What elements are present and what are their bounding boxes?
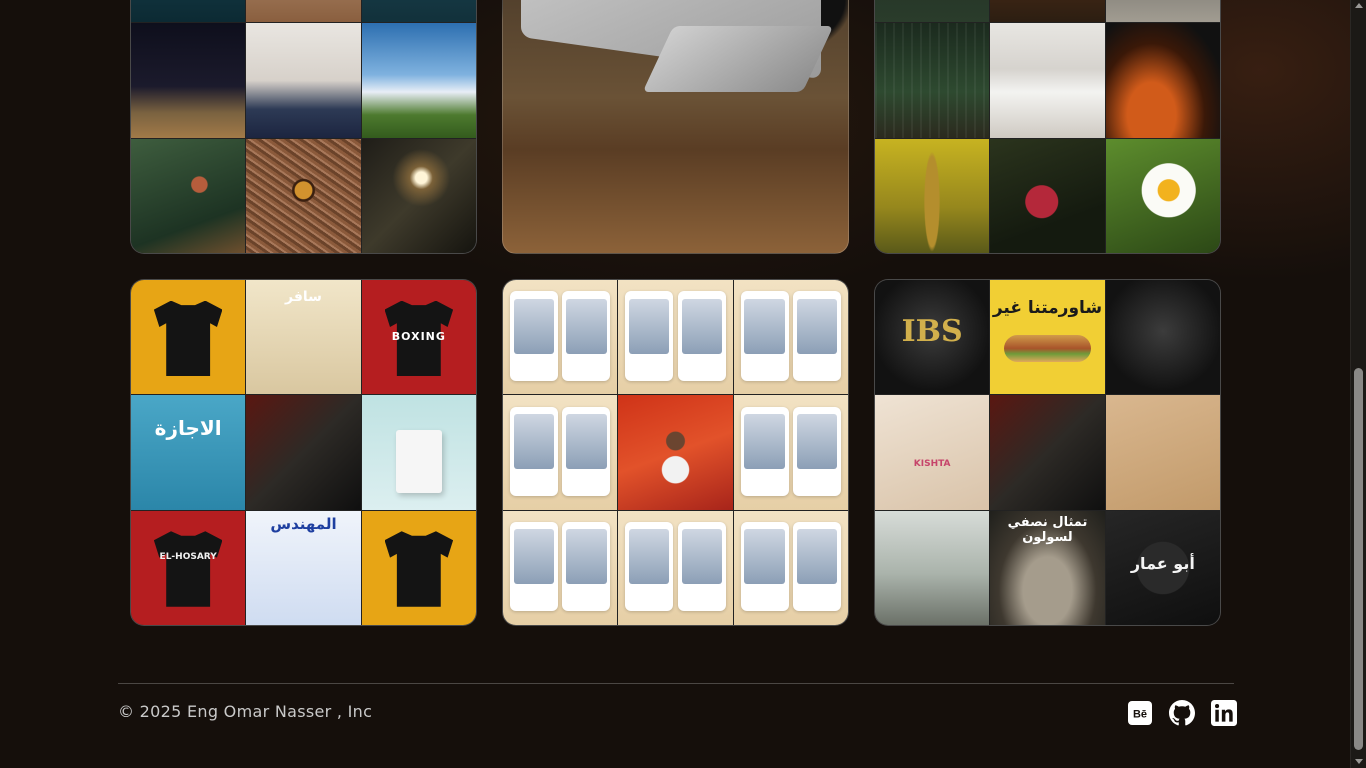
logo-text: أبو عمار [1130, 554, 1195, 574]
tshirt-academy: EL-HOSARY [131, 510, 246, 625]
scroll-down-arrow-icon[interactable] [1355, 759, 1363, 764]
portrait-poster [990, 395, 1105, 510]
scrollbar-thumb[interactable] [1354, 368, 1363, 750]
before-after-card [618, 280, 733, 395]
logo-ibs: IBS [875, 280, 990, 395]
project-card-design-2[interactable]: IBS شاورمتنا غير KISHTA تمثال نصفي لسولو… [874, 279, 1221, 626]
photo-mirror-selfie [990, 23, 1105, 138]
project-card-before-after[interactable] [502, 279, 849, 626]
before-after-card [733, 395, 848, 510]
photo-tile [361, 0, 476, 23]
portrait-flowers [618, 395, 733, 510]
linkedin-link[interactable] [1211, 700, 1237, 726]
project-card-photography-1[interactable] [130, 0, 477, 254]
travel-poster: سافر [246, 280, 361, 395]
photo-tile [246, 0, 361, 23]
photo-grass-stem [875, 138, 990, 253]
tshirt-boxing: BOXING [361, 280, 476, 395]
photo-mosque [131, 23, 246, 138]
photo-tile [990, 0, 1105, 23]
project-card-cat-laptop[interactable] [502, 0, 849, 254]
portfolio-gallery: سافر BOXING الاجازة EL-HOSARY المهندس IB… [0, 0, 1350, 768]
shopping-bag [395, 429, 442, 493]
tshirt-design [361, 510, 476, 625]
tag-text: KISHTA [913, 459, 951, 470]
footer-divider [118, 683, 1234, 684]
behance-link[interactable]: Bē [1127, 700, 1153, 726]
photo-sunset [1105, 23, 1220, 138]
before-after-card [733, 510, 848, 625]
before-after-card [618, 510, 733, 625]
photo-lamp [361, 138, 476, 253]
tshirt-text: BOXING [391, 330, 446, 344]
restaurant-logo: أبو عمار [1105, 510, 1220, 625]
photo-rain-window [875, 23, 990, 138]
photo-branch [131, 138, 246, 253]
poster-title: المهندس [270, 515, 337, 534]
ad-title: شاورمتنا غير [992, 298, 1103, 319]
tag-mockup: KISHTA [875, 395, 990, 510]
photo-cat-eye [246, 138, 361, 253]
photo-field-sky [361, 23, 476, 138]
photo-photographer [246, 23, 361, 138]
project-card-design-1[interactable]: سافر BOXING الاجازة EL-HOSARY المهندس [130, 279, 477, 626]
before-after-card [503, 395, 618, 510]
arabic-logo [1105, 280, 1220, 395]
tshirt-design [131, 280, 246, 395]
github-link[interactable] [1169, 700, 1195, 726]
shawarma-ad: شاورمتنا غير [990, 280, 1105, 395]
before-after-card [503, 510, 618, 625]
schedule-poster: المهندس [246, 510, 361, 625]
tshirt-text: EL-HOSARY [159, 551, 217, 562]
copyright-text: © 2025 Eng Omar Nasser , Inc [118, 702, 373, 721]
linkedin-icon [1211, 700, 1237, 726]
photo-tile [1105, 0, 1220, 23]
scroll-up-arrow-icon[interactable] [1355, 3, 1363, 8]
photo-tile [131, 0, 246, 23]
poster-title: سافر [285, 289, 322, 306]
office-signage [875, 510, 990, 625]
vacation-poster: الاجازة [131, 395, 246, 510]
before-after-card [733, 280, 848, 395]
sandwich-graphic [1004, 334, 1091, 363]
poster-title: تمثال نصفي لسولون [1007, 515, 1088, 546]
website-mockup [1105, 395, 1220, 510]
page-scrollbar[interactable] [1350, 0, 1366, 768]
github-icon [1169, 700, 1195, 726]
before-after-card [503, 280, 618, 395]
svg-text:Bē: Bē [1133, 709, 1147, 721]
photo-pomegranate [990, 138, 1105, 253]
statue-poster: تمثال نصفي لسولون [990, 510, 1105, 625]
poster-title: الاجازة [154, 415, 222, 440]
laptop-keyboard [642, 26, 834, 92]
photo-tile [875, 0, 990, 23]
bag-mockup [361, 395, 476, 510]
portrait-poster [246, 395, 361, 510]
photo-daisy [1105, 138, 1220, 253]
project-card-photography-2[interactable] [874, 0, 1221, 254]
behance-icon: Bē [1128, 701, 1152, 725]
social-links: Bē [1127, 700, 1237, 726]
logo-text: IBS [901, 314, 963, 350]
